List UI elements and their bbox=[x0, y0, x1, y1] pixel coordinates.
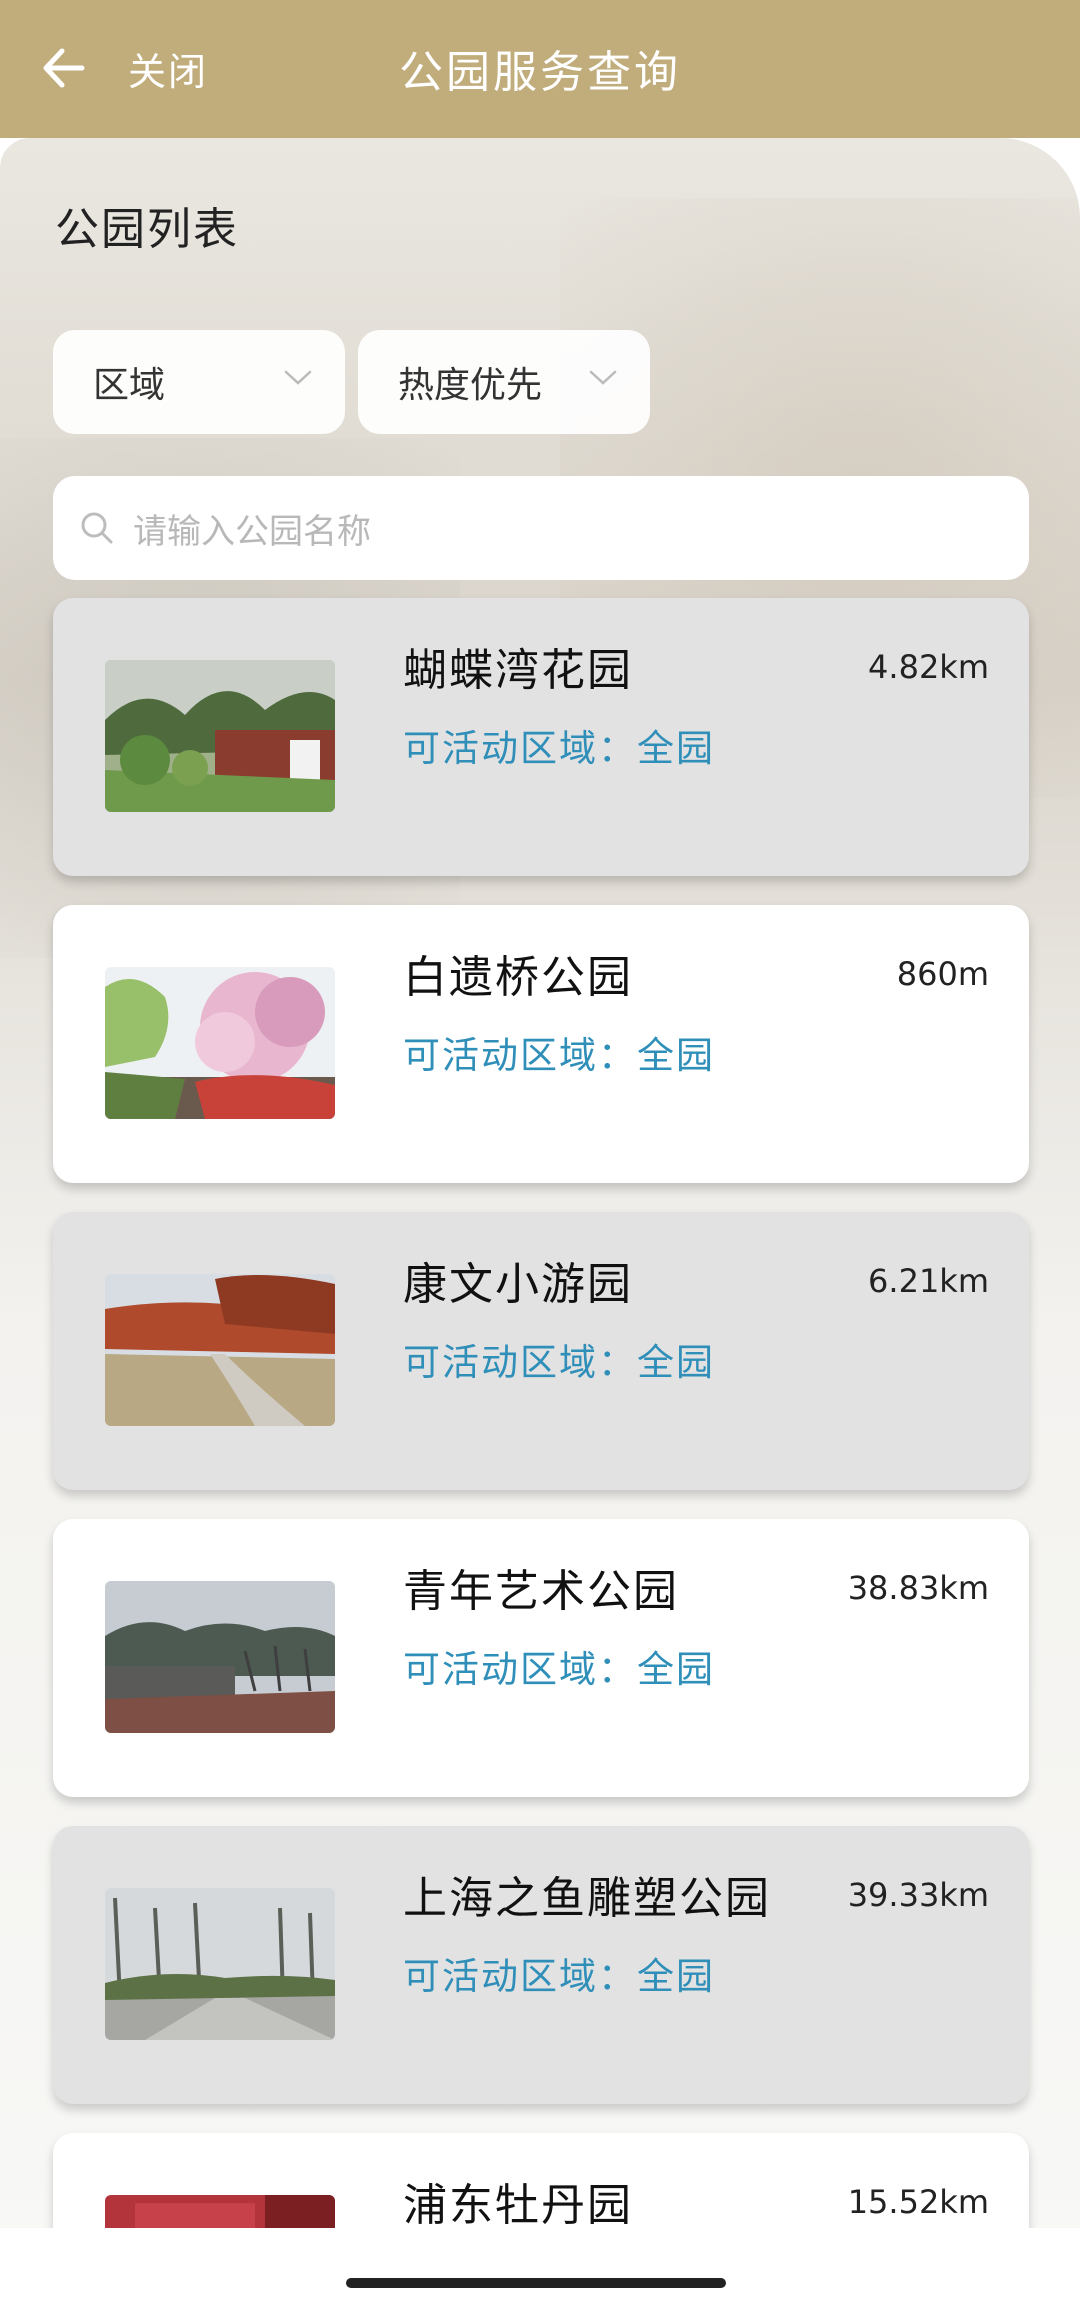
list-bottom-fade bbox=[0, 2228, 1080, 2301]
park-card[interactable]: 白遗桥公园 860m 可活动区域：全园 bbox=[53, 905, 1029, 1183]
region-filter-dropdown[interactable]: 区域 bbox=[53, 330, 345, 434]
park-thumbnail bbox=[105, 1581, 335, 1733]
page-title: 公园服务查询 bbox=[399, 47, 681, 98]
park-distance: 4.82km bbox=[868, 648, 989, 686]
search-placeholder: 请输入公园名称 bbox=[133, 511, 371, 552]
park-search-input[interactable]: 请输入公园名称 bbox=[53, 476, 1029, 580]
sort-filter-label: 热度优先 bbox=[398, 365, 543, 406]
home-indicator[interactable] bbox=[346, 2278, 726, 2288]
park-thumbnail bbox=[105, 1274, 335, 1426]
park-card[interactable]: 康文小游园 6.21km 可活动区域：全园 bbox=[53, 1212, 1029, 1490]
park-name: 上海之鱼雕塑公园 bbox=[403, 1873, 771, 1924]
park-distance: 39.33km bbox=[847, 1876, 989, 1914]
park-name: 康文小游园 bbox=[403, 1259, 633, 1310]
park-card[interactable]: 青年艺术公园 38.83km 可活动区域：全园 bbox=[53, 1519, 1029, 1797]
sort-filter-dropdown[interactable]: 热度优先 bbox=[358, 330, 650, 434]
park-activity-area: 可活动区域：全园 bbox=[403, 1034, 715, 1077]
park-activity-area: 可活动区域：全园 bbox=[403, 1341, 715, 1384]
park-name: 蝴蝶湾花园 bbox=[403, 645, 633, 696]
park-distance: 860m bbox=[896, 955, 989, 993]
park-card[interactable]: 蝴蝶湾花园 4.82km 可活动区域：全园 bbox=[53, 598, 1029, 876]
park-thumbnail bbox=[105, 660, 335, 812]
park-distance: 38.83km bbox=[847, 1569, 989, 1607]
region-filter-label: 区域 bbox=[93, 365, 166, 406]
park-name: 浦东牡丹园 bbox=[403, 2180, 633, 2231]
top-bar: 关闭 公园服务查询 bbox=[0, 0, 1080, 138]
search-icon bbox=[81, 512, 113, 544]
park-thumbnail bbox=[105, 1888, 335, 2040]
park-card[interactable]: 上海之鱼雕塑公园 39.33km 可活动区域：全园 bbox=[53, 1826, 1029, 2104]
chevron-down-icon bbox=[589, 370, 617, 385]
park-activity-area: 可活动区域：全园 bbox=[403, 1648, 715, 1691]
park-thumbnail bbox=[105, 967, 335, 1119]
park-name: 青年艺术公园 bbox=[403, 1566, 679, 1617]
park-name: 白遗桥公园 bbox=[403, 952, 633, 1003]
park-distance: 6.21km bbox=[868, 1262, 989, 1300]
park-list-panel: 公园列表 区域 热度优先 请输入公园名称 蝴蝶湾花园 4.82km 可活动区域：… bbox=[0, 138, 1080, 2301]
park-distance: 15.52km bbox=[847, 2183, 989, 2221]
chevron-down-icon bbox=[284, 370, 312, 385]
park-activity-area: 可活动区域：全园 bbox=[403, 727, 715, 770]
section-title: 公园列表 bbox=[55, 204, 239, 255]
park-activity-area: 可活动区域：全园 bbox=[403, 1955, 715, 1998]
